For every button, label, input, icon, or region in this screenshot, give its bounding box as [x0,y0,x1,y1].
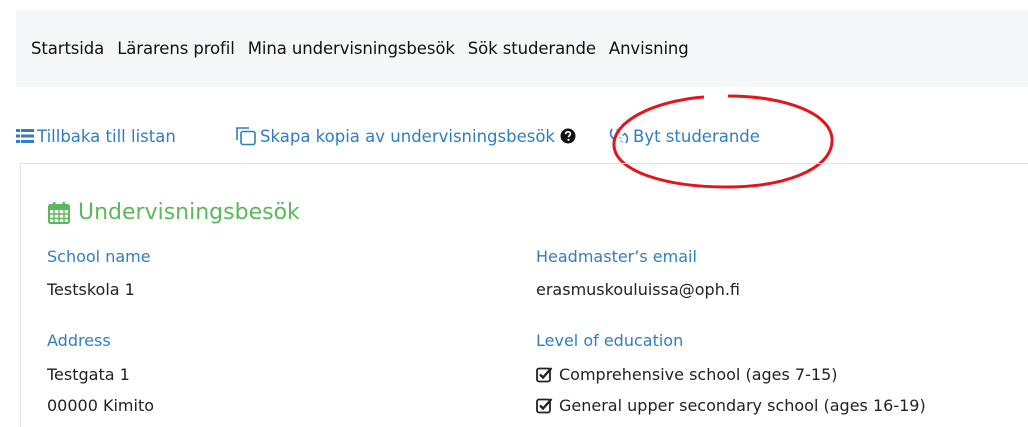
switch-student-label: Byt studerande [633,126,760,146]
level-of-education-label: Level of education [536,331,684,350]
list-icon [16,128,34,144]
checkbox-checked-icon [536,397,553,414]
create-copy-label: Skapa kopia av undervisningsbesök [260,126,555,146]
switch-student-link[interactable]: Byt studerande [608,126,760,146]
headmaster-email-label: Headmaster’s email [536,247,697,266]
calendar-icon [47,201,71,225]
panel-title: Undervisningsbesök [47,200,300,225]
school-name-value: Testskola 1 [47,280,135,299]
checkbox-checked-icon [536,366,553,383]
panel-title-text: Undervisningsbesök [78,200,300,225]
back-to-list-label: Tillbaka till listan [37,126,176,146]
address-line-1: Testgata 1 [47,365,130,384]
copy-icon [235,126,257,146]
back-to-list-link[interactable]: Tillbaka till listan [16,127,216,146]
level-item: Comprehensive school (ages 7-15) [536,365,837,384]
level-item-label: Comprehensive school (ages 7-15) [559,365,838,384]
level-item-label: General upper secondary school (ages 16-… [559,396,926,415]
switch-user-icon [608,126,630,146]
action-bar: Tillbaka till listan Skapa kopia av unde… [16,124,760,148]
address-label: Address [47,331,111,350]
question-circle-icon[interactable] [560,128,576,144]
nav-item-teacher-profile[interactable]: Lärarens profil [117,39,235,58]
school-name-label: School name [47,247,151,266]
nav-item-instructions[interactable]: Anvisning [609,39,689,58]
visit-details-panel: Undervisningsbesök School name Testskola… [20,163,1028,427]
headmaster-email-value: erasmuskouluissa@oph.fi [536,280,741,299]
address-line-2: 00000 Kimito [47,396,155,415]
top-navigation: Startsida Lärarens profil Mina undervisn… [16,10,1028,87]
nav-item-my-visits[interactable]: Mina undervisningsbesök [248,39,455,58]
nav-item-search-students[interactable]: Sök studerande [468,39,596,58]
level-item: General upper secondary school (ages 16-… [536,396,926,415]
create-copy-link[interactable]: Skapa kopia av undervisningsbesök [235,126,576,146]
nav-item-startsida[interactable]: Startsida [31,39,104,58]
